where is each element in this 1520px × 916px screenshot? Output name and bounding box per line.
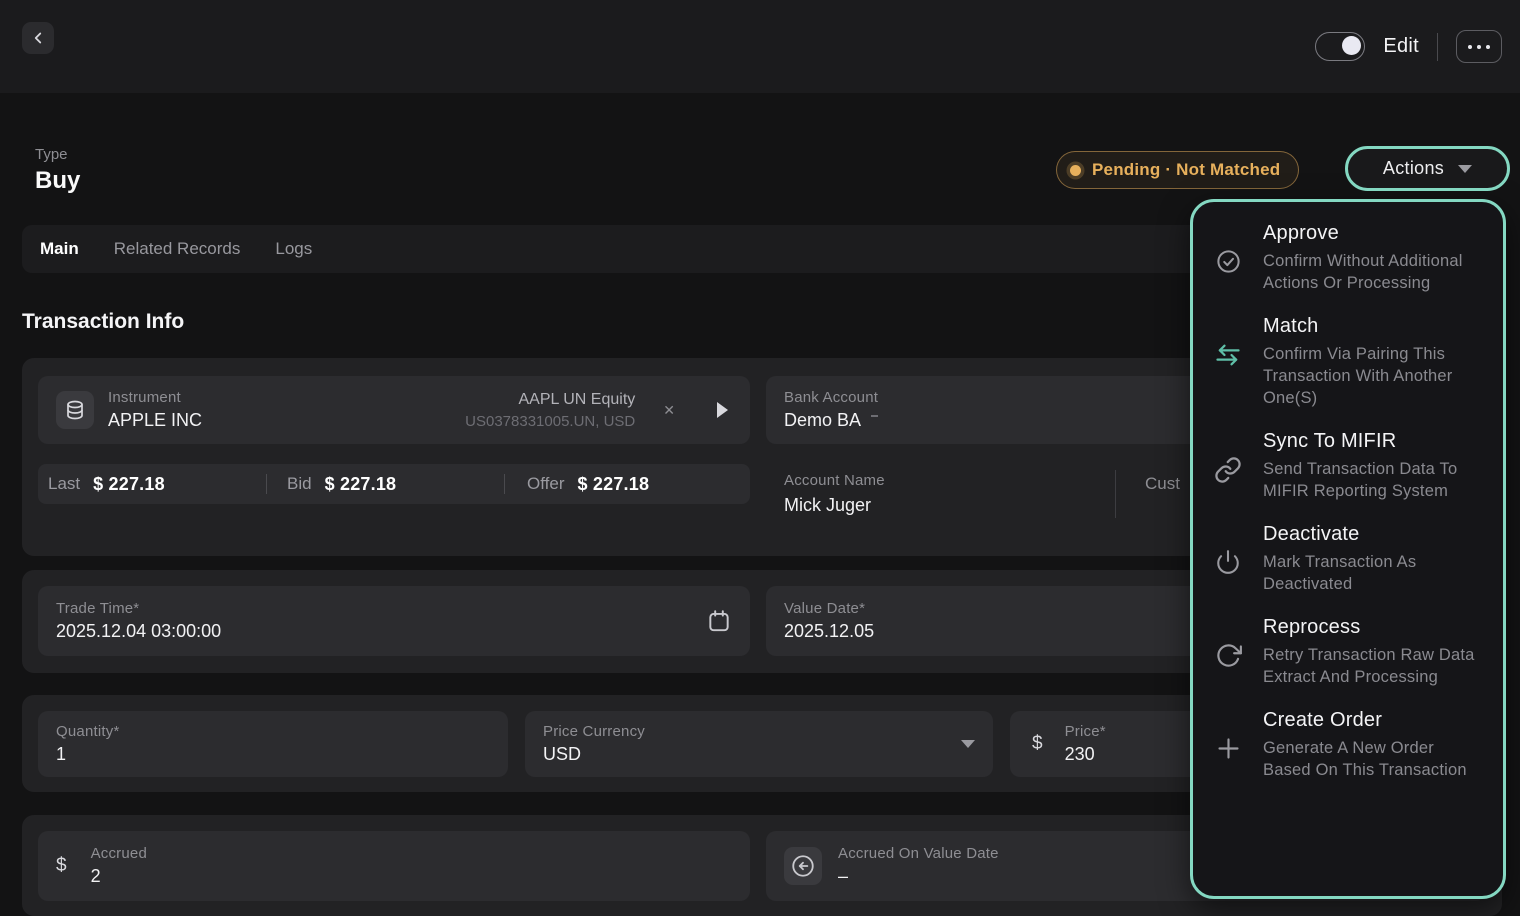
menu-item-title: Sync To MIFIR — [1263, 430, 1483, 453]
dollar-icon: $ — [1032, 733, 1043, 755]
tab-logs[interactable]: Logs — [275, 239, 312, 259]
trade-time-field[interactable]: Trade Time* 2025.12.04 03:00:00 — [38, 586, 750, 656]
trade-time-label: Trade Time* — [56, 600, 221, 617]
account-divider — [1115, 470, 1116, 518]
instrument-identifier: US0378331005.UN, USD — [465, 413, 635, 430]
actions-button[interactable]: Actions — [1345, 146, 1510, 191]
menu-item-title: Match — [1263, 315, 1483, 338]
instrument-field[interactable]: Instrument APPLE INC AAPL UN Equity US03… — [38, 376, 750, 444]
account-name-label: Account Name — [784, 472, 885, 489]
menu-item-description: Mark Transaction As Deactivated — [1263, 551, 1483, 595]
accrued-on-value-date-value: – — [838, 866, 999, 887]
section-title: Transaction Info — [22, 310, 184, 334]
plus-icon — [1193, 709, 1263, 781]
menu-item-title: Deactivate — [1263, 523, 1483, 546]
chevron-down-icon[interactable] — [961, 740, 975, 748]
chevron-down-icon — [1458, 165, 1472, 173]
accrued-field[interactable]: $ Accrued 2 — [38, 831, 750, 901]
quote-bid-label: Bid — [287, 474, 312, 494]
price-value: 230 — [1065, 744, 1106, 765]
quote-bid-value: $ 227.18 — [325, 474, 397, 495]
account-name-block: Account Name Mick Juger — [784, 472, 885, 516]
quote-last-value: $ 227.18 — [93, 474, 165, 495]
menu-item-description: Confirm Without Additional Actions Or Pr… — [1263, 250, 1483, 294]
quantity-label: Quantity* — [56, 723, 120, 740]
value-date-label: Value Date* — [784, 600, 874, 617]
instrument-ticker: AAPL UN Equity — [518, 391, 635, 409]
instrument-label: Instrument — [108, 389, 202, 406]
menu-item-approve[interactable]: Approve Confirm Without Additional Actio… — [1193, 222, 1483, 294]
menu-item-description: Confirm Via Pairing This Transaction Wit… — [1263, 343, 1483, 409]
swap-arrows-icon — [1193, 315, 1263, 409]
trade-time-value: 2025.12.04 03:00:00 — [56, 621, 221, 642]
tab-main[interactable]: Main — [40, 239, 79, 259]
quote-offer-value: $ 227.18 — [577, 474, 649, 495]
account-name-value: Mick Juger — [784, 495, 885, 516]
link-icon — [1193, 430, 1263, 502]
tab-related-records[interactable]: Related Records — [114, 239, 241, 259]
more-options-button[interactable] — [1456, 30, 1502, 63]
edit-toggle[interactable] — [1315, 32, 1365, 61]
dollar-icon: $ — [56, 855, 67, 877]
clear-instrument-icon[interactable]: ✕ — [663, 402, 675, 419]
menu-item-sync-to-mifir[interactable]: Sync To MIFIR Send Transaction Data To M… — [1193, 430, 1483, 502]
accrued-value: 2 — [91, 866, 147, 887]
calendar-icon[interactable] — [706, 608, 732, 634]
type-value: Buy — [35, 167, 80, 195]
menu-item-match[interactable]: Match Confirm Via Pairing This Transacti… — [1193, 315, 1483, 409]
quantity-field[interactable]: Quantity* 1 — [38, 711, 508, 777]
power-icon — [1193, 523, 1263, 595]
status-badge: Pending · Not Matched — [1056, 151, 1299, 189]
instrument-value: APPLE INC — [108, 410, 202, 431]
custodian-label-partial: Cust — [1145, 474, 1180, 494]
price-currency-label: Price Currency — [543, 723, 645, 740]
accrued-label: Accrued — [91, 845, 147, 862]
arrow-left-circle-icon — [784, 847, 822, 885]
menu-item-deactivate[interactable]: Deactivate Mark Transaction As Deactivat… — [1193, 523, 1483, 595]
menu-item-title: Approve — [1263, 222, 1483, 245]
price-label: Price* — [1065, 723, 1106, 740]
ellipsis-icon — [1468, 45, 1472, 49]
quote-offer-label: Offer — [527, 474, 564, 494]
refresh-icon — [1193, 616, 1263, 688]
price-currency-field[interactable]: Price Currency USD — [525, 711, 993, 777]
menu-item-title: Create Order — [1263, 709, 1483, 732]
menu-item-title: Reprocess — [1263, 616, 1483, 639]
accrued-on-value-date-label: Accrued On Value Date — [838, 845, 999, 862]
menu-item-description: Send Transaction Data To MIFIR Reporting… — [1263, 458, 1483, 502]
type-label: Type — [35, 146, 68, 163]
back-button[interactable] — [22, 22, 54, 54]
menu-item-description: Generate A New Order Based On This Trans… — [1263, 737, 1483, 781]
actions-dropdown-menu: Approve Confirm Without Additional Actio… — [1190, 199, 1506, 899]
actions-button-label: Actions — [1383, 158, 1444, 179]
bank-account-label: Bank Account — [784, 389, 878, 406]
check-circle-icon — [1193, 222, 1263, 294]
menu-item-description: Retry Transaction Raw Data Extract And P… — [1263, 644, 1483, 688]
status-text: Pending · Not Matched — [1092, 160, 1280, 180]
menu-item-reprocess[interactable]: Reprocess Retry Transaction Raw Data Ext… — [1193, 616, 1483, 688]
edit-label: Edit — [1383, 35, 1419, 58]
quantity-value: 1 — [56, 744, 120, 765]
coins-icon — [56, 391, 94, 429]
header-divider — [1437, 33, 1438, 61]
chevron-left-icon — [29, 29, 47, 47]
toggle-knob — [1342, 36, 1361, 55]
menu-item-create-order[interactable]: Create Order Generate A New Order Based … — [1193, 709, 1483, 781]
quote-last-label: Last — [48, 474, 80, 494]
top-bar: Edit — [0, 0, 1520, 93]
bank-account-caret-icon — [871, 415, 878, 417]
bank-account-value: Demo BA — [784, 410, 878, 431]
open-instrument-icon[interactable] — [717, 402, 728, 418]
status-dot-icon — [1070, 165, 1081, 176]
quote-bar: Last $ 227.18 Bid $ 227.18 Offer $ 227.1… — [38, 464, 750, 504]
value-date-value: 2025.12.05 — [784, 621, 874, 642]
price-currency-value: USD — [543, 744, 645, 765]
